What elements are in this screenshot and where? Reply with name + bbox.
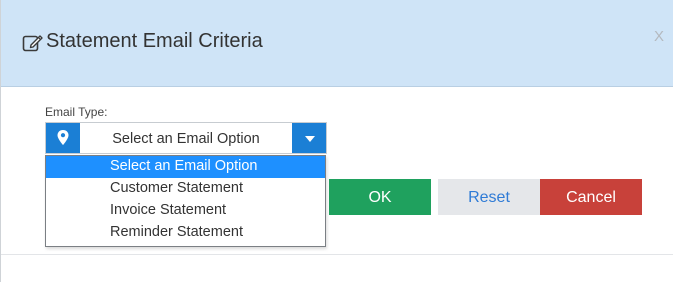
email-type-dropdown: Select an Email Option Customer Statemen…: [45, 155, 326, 247]
dialog-title: Statement Email Criteria: [46, 30, 263, 52]
option-customer-statement[interactable]: Customer Statement: [46, 178, 325, 200]
email-type-selected-value: Select an Email Option: [112, 131, 260, 147]
footer-divider: [1, 254, 673, 255]
close-button[interactable]: X: [654, 28, 664, 45]
map-marker-icon: [46, 123, 80, 153]
ok-button[interactable]: OK: [329, 179, 431, 215]
dialog-header: Statement Email Criteria X: [1, 0, 673, 87]
edit-icon: [22, 32, 44, 54]
cancel-button[interactable]: Cancel: [540, 179, 642, 215]
option-reminder-statement[interactable]: Reminder Statement: [46, 222, 325, 244]
option-invoice-statement[interactable]: Invoice Statement: [46, 200, 325, 222]
email-type-label: Email Type:: [45, 105, 108, 119]
option-select-an-email-option[interactable]: Select an Email Option: [46, 156, 325, 178]
caret-down-icon[interactable]: [292, 123, 326, 153]
reset-button[interactable]: Reset: [438, 179, 540, 215]
email-type-select[interactable]: Select an Email Option: [45, 122, 327, 154]
statement-email-criteria-dialog: Statement Email Criteria X Email Type: S…: [0, 0, 673, 282]
